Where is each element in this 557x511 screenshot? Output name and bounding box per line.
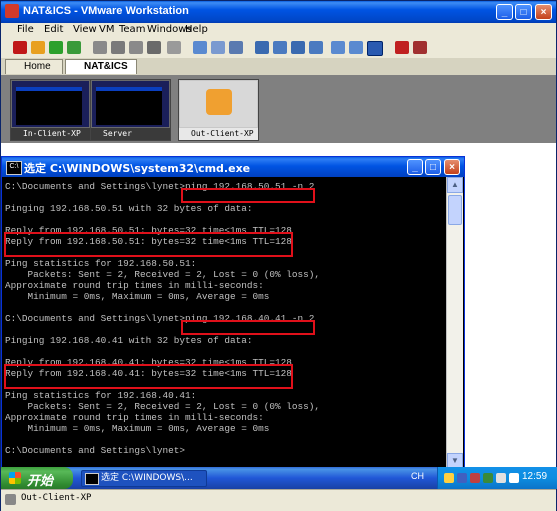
clock[interactable]: 12:59 xyxy=(522,471,547,482)
power-off-icon[interactable] xyxy=(13,41,27,54)
cmd-title: 选定 C:\WINDOWS\system32\cmd.exe xyxy=(24,162,251,175)
full-screen-icon[interactable] xyxy=(291,41,305,54)
menu-edit[interactable]: Edit xyxy=(44,24,63,35)
menu-help[interactable]: Help xyxy=(185,24,208,35)
menu-file[interactable]: File xyxy=(17,24,34,35)
status-text: Out-Client-XP xyxy=(21,493,92,503)
tab-nat-ics[interactable]: NAT&ICS xyxy=(65,59,137,74)
thumbnail-screen xyxy=(12,81,89,127)
thumbnail-server[interactable]: Server xyxy=(90,79,171,141)
minimize-button[interactable]: _ xyxy=(496,4,513,20)
console-line: Minimum = 0ms, Maximum = 0ms, Average = … xyxy=(5,423,270,434)
cmd-close-button[interactable]: × xyxy=(444,159,460,175)
thumbnail-label: Out-Client-XP xyxy=(179,128,258,140)
thumbnail-view-icon[interactable] xyxy=(367,41,383,56)
vm-tools-icon[interactable] xyxy=(395,41,409,54)
thumbnail-bar: In-Client-XP Server Out-Client-XP xyxy=(1,75,556,143)
unity-icon[interactable] xyxy=(309,41,323,54)
console-line: Approximate round trip times in milli-se… xyxy=(5,412,264,423)
console-line: Pinging 192.168.50.51 with 32 bytes of d… xyxy=(5,203,253,214)
vm-status-icon xyxy=(5,494,16,505)
scroll-up-arrow-icon[interactable]: ▲ xyxy=(447,177,463,193)
cmd-icon: C:\ xyxy=(6,161,22,175)
clone-icon[interactable] xyxy=(167,41,181,54)
system-tray: 12:59 xyxy=(437,467,557,489)
console-view-icon[interactable] xyxy=(331,41,345,54)
vmware-app-icon xyxy=(5,4,19,18)
maximize-button[interactable]: □ xyxy=(515,4,532,20)
record-icon[interactable] xyxy=(211,41,225,54)
console-line: Pinging 192.168.40.41 with 32 bytes of d… xyxy=(5,335,253,346)
menu-team[interactable]: Team xyxy=(119,24,145,35)
tab-row: Home NAT&ICS xyxy=(1,58,556,75)
cmd-scrollbar[interactable]: ▲ ▼ xyxy=(446,177,463,469)
thumbnail-label: In-Client-XP xyxy=(11,128,90,140)
tab-home[interactable]: Home xyxy=(5,59,63,74)
close-button[interactable]: × xyxy=(535,4,552,20)
thumbnail-screen xyxy=(180,81,257,127)
vmware-window: NAT&ICS - VMware Workstation _ □ × File … xyxy=(0,0,557,511)
suspend-icon[interactable] xyxy=(31,41,45,54)
sidebar-icon[interactable] xyxy=(255,41,269,54)
highlight-replies-1 xyxy=(4,232,293,257)
scroll-thumb[interactable] xyxy=(448,195,462,225)
snapshot-manager-icon[interactable] xyxy=(129,41,143,54)
lock-icon[interactable] xyxy=(413,41,427,54)
taskbar-item-cmd[interactable]: 选定 C:\WINDOWS\... xyxy=(81,470,207,487)
console-line: Approximate round trip times in milli-se… xyxy=(5,280,264,291)
console-line: C:\Documents and Settings\lynet> xyxy=(5,445,186,456)
menu-bar: File Edit View VM Team Windows Help xyxy=(1,23,556,38)
tab-nat-ics-label: NAT&ICS xyxy=(84,61,128,72)
console-line: Minimum = 0ms, Maximum = 0ms, Average = … xyxy=(5,291,270,302)
menu-vm[interactable]: VM xyxy=(99,24,114,35)
highlight-ping-command-1 xyxy=(181,188,315,203)
power-on-icon[interactable] xyxy=(49,41,63,54)
tray-volume-icon[interactable] xyxy=(509,473,519,483)
tray-vmware-tools-icon[interactable] xyxy=(483,473,493,483)
tray-security-icon[interactable] xyxy=(470,473,480,483)
vmware-logo-icon xyxy=(206,89,232,115)
title-bar[interactable]: NAT&ICS - VMware Workstation _ □ × xyxy=(1,1,556,23)
menu-view[interactable]: View xyxy=(73,24,97,35)
highlight-replies-2 xyxy=(4,364,293,389)
status-bar: Out-Client-XP xyxy=(1,489,556,511)
thumbnail-out-client-xp[interactable]: Out-Client-XP xyxy=(178,79,259,141)
taskbar-item-label: 选定 C:\WINDOWS\... xyxy=(101,473,193,483)
console-line: Ping statistics for 192.168.40.41: xyxy=(5,390,197,401)
windows-logo-icon xyxy=(9,472,21,484)
thumbnail-label: Server xyxy=(91,128,170,140)
thumbnail-in-client-xp[interactable]: In-Client-XP xyxy=(10,79,91,141)
tray-ime-icon[interactable] xyxy=(444,473,454,483)
tab-home-label: Home xyxy=(24,61,51,72)
cmd-title-bar[interactable]: C:\ 选定 C:\WINDOWS\system32\cmd.exe _ □ × xyxy=(2,157,464,177)
cmd-window: C:\ 选定 C:\WINDOWS\system32\cmd.exe _ □ ×… xyxy=(1,156,465,470)
highlight-ping-command-2 xyxy=(181,320,315,335)
language-indicator[interactable]: CH xyxy=(411,471,424,481)
cmd-maximize-button[interactable]: □ xyxy=(425,159,441,175)
quick-switch-icon[interactable] xyxy=(273,41,287,54)
snapshot-icon[interactable] xyxy=(93,41,107,54)
console-line: Ping statistics for 192.168.50.51: xyxy=(5,258,197,269)
tray-help-icon[interactable] xyxy=(496,473,506,483)
window-title: NAT&ICS - VMware Workstation xyxy=(23,5,189,17)
summary-view-icon[interactable] xyxy=(349,41,363,54)
reset-icon[interactable] xyxy=(67,41,81,54)
revert-snapshot-icon[interactable] xyxy=(111,41,125,54)
toolbar xyxy=(1,38,556,59)
start-label: 开始 xyxy=(27,473,54,488)
tray-network-icon[interactable] xyxy=(457,473,467,483)
capture-icon[interactable] xyxy=(193,41,207,54)
thumbnail-screen xyxy=(92,81,169,127)
cmd-icon xyxy=(85,473,99,485)
console-line: Packets: Sent = 2, Received = 2, Lost = … xyxy=(5,269,321,280)
team-icon[interactable] xyxy=(147,41,161,54)
start-button[interactable]: 开始 xyxy=(1,467,73,489)
console-line: Packets: Sent = 2, Received = 2, Lost = … xyxy=(5,401,321,412)
settings-icon[interactable] xyxy=(229,41,243,54)
cmd-minimize-button[interactable]: _ xyxy=(407,159,423,175)
